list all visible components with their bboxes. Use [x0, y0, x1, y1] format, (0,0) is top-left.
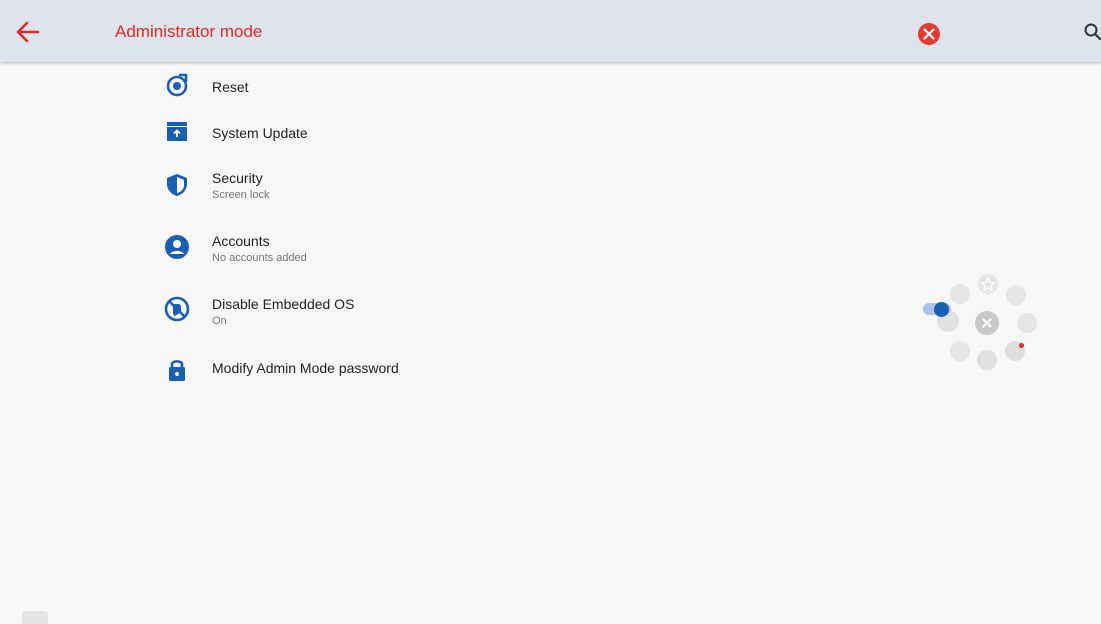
shield-icon [167, 174, 187, 196]
floating-quick-menu [920, 270, 1045, 380]
close-circle-icon [918, 23, 940, 45]
back-button[interactable] [14, 18, 42, 46]
setting-modify-admin-password[interactable]: Modify Admin Mode password [150, 351, 650, 401]
setting-subtitle: Screen lock [212, 189, 270, 201]
setting-label: System Update [212, 125, 308, 141]
setting-label: Security [212, 170, 263, 186]
lock-icon [169, 360, 185, 381]
disable-os-icon [164, 296, 190, 322]
setting-disable-embedded-os[interactable]: Disable Embedded OS On [150, 288, 650, 338]
toggle-knob[interactable] [934, 302, 949, 317]
setting-accounts[interactable]: Accounts No accounts added [150, 225, 650, 275]
reset-icon [166, 73, 188, 97]
setting-label: Modify Admin Mode password [212, 360, 399, 376]
close-button[interactable] [917, 22, 941, 46]
setting-subtitle: On [212, 315, 227, 327]
setting-subtitle: No accounts added [212, 252, 307, 264]
setting-label: Accounts [212, 233, 270, 249]
setting-security[interactable]: Security Screen lock [150, 162, 650, 212]
setting-label: Reset [212, 79, 249, 95]
home-icon[interactable] [1017, 313, 1037, 333]
account-icon [165, 235, 189, 259]
exit-icon[interactable] [1006, 285, 1026, 305]
split-icon[interactable] [950, 284, 970, 304]
note-icon[interactable] [1005, 341, 1025, 361]
star-icon[interactable] [978, 274, 998, 294]
setting-reset[interactable]: Reset [150, 64, 650, 114]
arrow-left-icon [16, 21, 40, 43]
close-icon[interactable] [975, 311, 999, 335]
search-icon [1084, 23, 1101, 41]
app-bar: Administrator mode [0, 0, 1101, 62]
window-icon[interactable] [950, 341, 970, 361]
system-update-icon [167, 122, 187, 141]
page-title: Administrator mode [115, 22, 263, 41]
setting-system-update[interactable]: System Update [150, 110, 650, 160]
navigation-handle[interactable] [22, 611, 48, 624]
search-button[interactable] [1083, 22, 1101, 42]
screen-icon[interactable] [977, 350, 997, 370]
setting-label: Disable Embedded OS [212, 296, 355, 312]
